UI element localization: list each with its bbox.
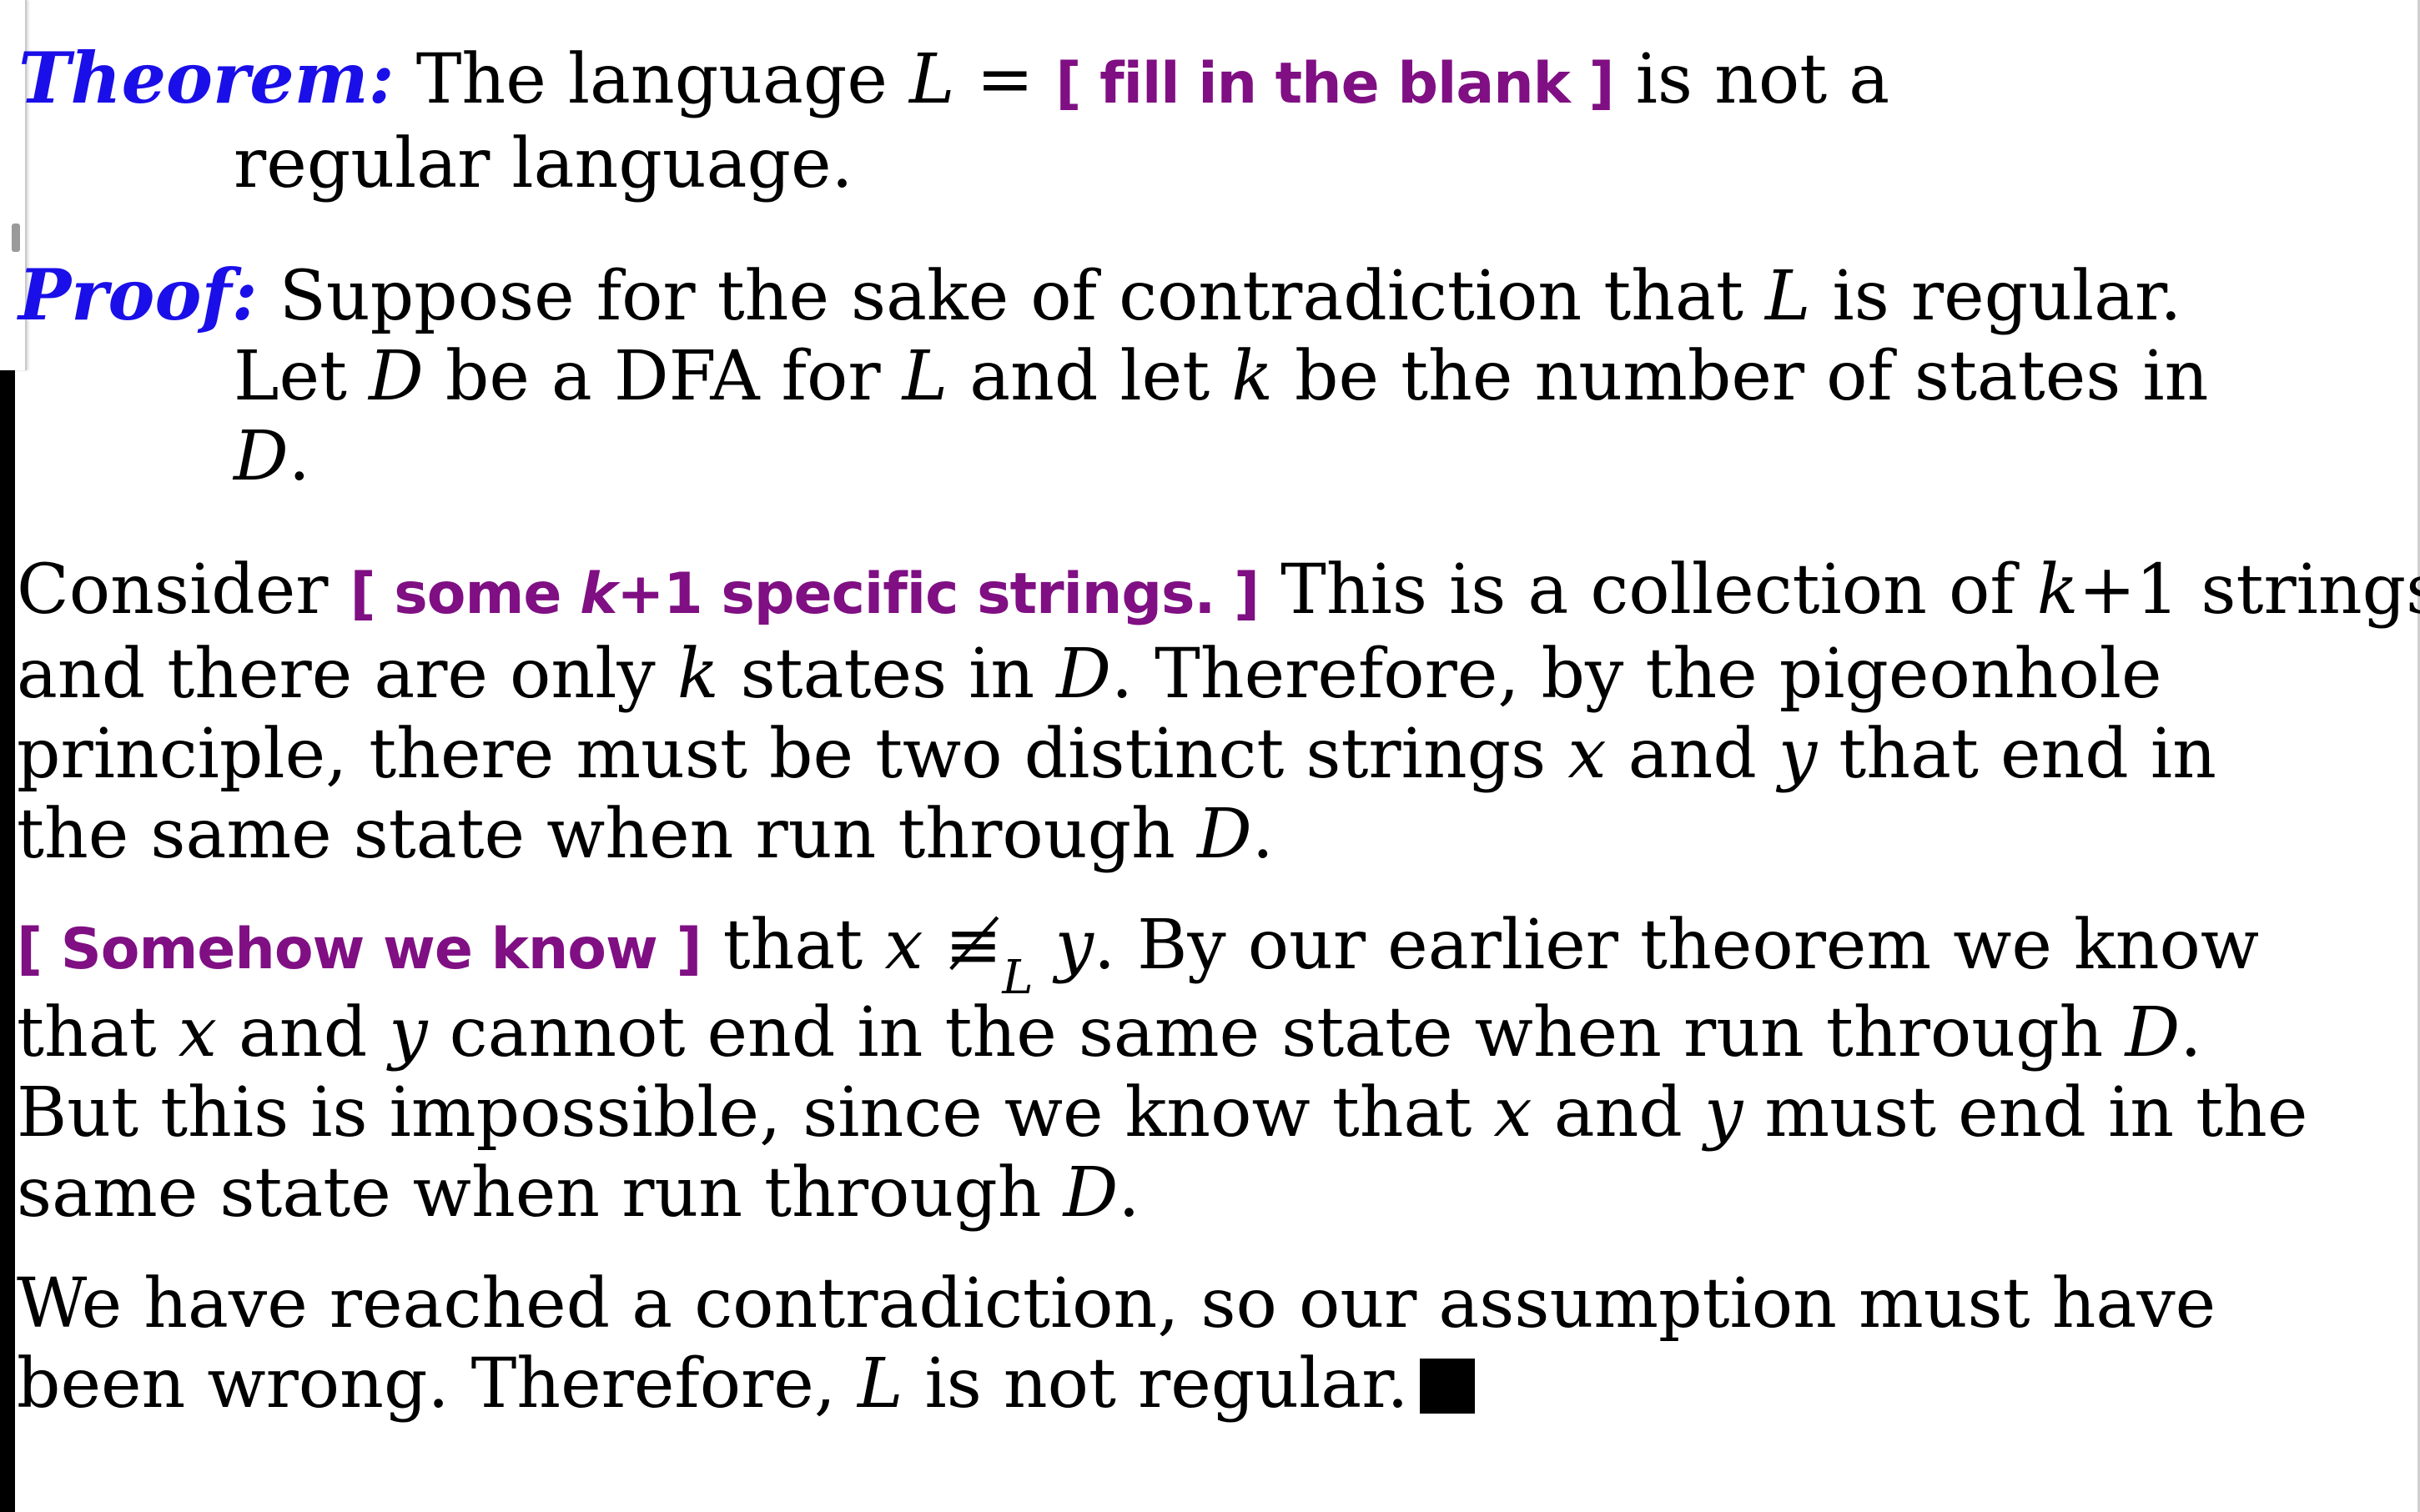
blank-text: +1 specific strings. ] [616, 561, 1260, 627]
fill-blank-strings: [ some k+1 specific strings. ] [350, 561, 1260, 627]
proof-block: Proof: Suppose for the sake of contradic… [18, 255, 2208, 497]
fill-blank-language: [ fill in the blank ] [1055, 51, 1614, 117]
slide-page: Theorem: The language L = [ fill in the … [0, 0, 2420, 1512]
var-D: D [369, 337, 424, 416]
fill-blank-somehow: [ Somehow we know ] [17, 917, 702, 982]
var-D: D [234, 417, 289, 496]
somehow-line-2: that x and y cannot end in the same stat… [17, 993, 2307, 1073]
proof-line-1: Proof: Suppose for the sake of contradic… [18, 255, 2208, 337]
consider-text: and there are only [17, 635, 656, 714]
subscript-L: L [1002, 951, 1034, 1005]
conclusion-text: is not regular. [903, 1344, 1409, 1424]
proof-line-3: D. [18, 417, 2208, 497]
var-x: x [1567, 715, 1607, 794]
proof-text: be the number of states in [1272, 337, 2209, 416]
consider-text: Consider [17, 550, 329, 630]
var-L: L [902, 337, 948, 416]
somehow-text: cannot end in the same state when run th… [427, 993, 2104, 1072]
consider-line-2: and there are only k states in D. Theref… [17, 635, 2420, 715]
consider-text: states in [718, 635, 1035, 714]
blank-var-k: k [580, 561, 617, 627]
var-D: D [2125, 993, 2181, 1072]
theorem-line-2: regular language. [234, 124, 853, 203]
somehow-text: But this is impossible, since we know th… [17, 1073, 1472, 1153]
consider-text: . Therefore, by the pigeonhole [1111, 635, 2162, 714]
somehow-text: that [701, 906, 863, 985]
consider-text: that end in [1817, 715, 2216, 794]
conclusion-line-1: We have reached a contradiction, so our … [17, 1264, 2216, 1344]
proof-text: Let [234, 337, 347, 416]
period: . [1251, 795, 1274, 874]
not-equivalent-symbol: ≢ [923, 906, 1003, 985]
var-y: y [1054, 906, 1094, 985]
var-k: k [2036, 550, 2079, 630]
somehow-line-1: [ Somehow we know ] that x ≢L y. By our … [17, 906, 2307, 1005]
var-x: x [178, 993, 217, 1072]
theorem-label: Theorem: [18, 37, 395, 119]
conclusion-paragraph: We have reached a contradiction, so our … [17, 1264, 2216, 1424]
consider-text: the same state when run through [17, 795, 1175, 874]
somehow-text: that [17, 993, 157, 1072]
var-x: x [884, 906, 923, 985]
consider-line-3: principle, there must be two distinct st… [17, 715, 2420, 795]
somehow-paragraph: [ Somehow we know ] that x ≢L y. By our … [17, 906, 2307, 1233]
period: . [2180, 993, 2202, 1072]
somehow-text: and [216, 993, 368, 1072]
var-D: D [1056, 635, 1112, 714]
consider-text: +1 strings [2078, 550, 2420, 630]
scrollbar-thumb[interactable] [12, 224, 20, 252]
blank-text: [ some [350, 561, 562, 627]
var-D: D [1196, 795, 1252, 874]
proof-text: be a DFA for [423, 337, 881, 416]
qed-square-icon [1420, 1359, 1476, 1414]
somehow-line-4: same state when run through D. [17, 1153, 2307, 1233]
conclusion-line-2: been wrong. Therefore, L is not regular. [17, 1344, 2216, 1424]
consider-text: This is a collection of [1259, 550, 2015, 630]
var-x: x [1493, 1073, 1532, 1153]
theorem-text: The language [415, 40, 888, 119]
somehow-text: . By our earlier theorem we know [1093, 906, 2260, 985]
proof-label: Proof: [18, 254, 258, 336]
var-k: k [1231, 337, 1273, 416]
consider-paragraph: Consider [ some k+1 specific strings. ] … [17, 550, 2420, 875]
period: . [1118, 1153, 1140, 1233]
theorem-line-1: Theorem: The language L = [ fill in the … [18, 38, 1889, 124]
var-L: L [909, 40, 955, 119]
var-y: y [389, 993, 428, 1072]
theorem-block: Theorem: The language L = [ fill in the … [18, 38, 1889, 204]
proof-text: Suppose for the sake of contradiction th… [279, 257, 1743, 336]
proof-text: and let [948, 337, 1210, 416]
consider-text: and [1606, 715, 1757, 794]
conclusion-text: been wrong. Therefore, [17, 1344, 836, 1424]
var-y: y [1778, 715, 1818, 794]
equals-sign: = [954, 40, 1056, 119]
var-D: D [1063, 1153, 1119, 1233]
consider-line-4: the same state when run through D. [17, 795, 2420, 875]
period: . [288, 417, 310, 496]
somehow-text: and [1532, 1073, 1683, 1153]
proof-line-2: Let D be a DFA for L and let k be the nu… [18, 337, 2208, 417]
theorem-text-end: is not a [1613, 40, 1890, 119]
somehow-text: same state when run through [17, 1153, 1042, 1233]
var-L: L [857, 1344, 903, 1424]
somehow-line-3: But this is impossible, since we know th… [17, 1073, 2307, 1153]
proof-text: is regular. [1810, 257, 2182, 336]
consider-line-1: Consider [ some k+1 specific strings. ] … [17, 550, 2420, 635]
var-y: y [1704, 1073, 1743, 1153]
var-L: L [1764, 257, 1811, 336]
consider-text: principle, there must be two distinct st… [17, 715, 1547, 794]
var-k: k [677, 635, 719, 714]
somehow-text: must end in the [1743, 1073, 2308, 1153]
